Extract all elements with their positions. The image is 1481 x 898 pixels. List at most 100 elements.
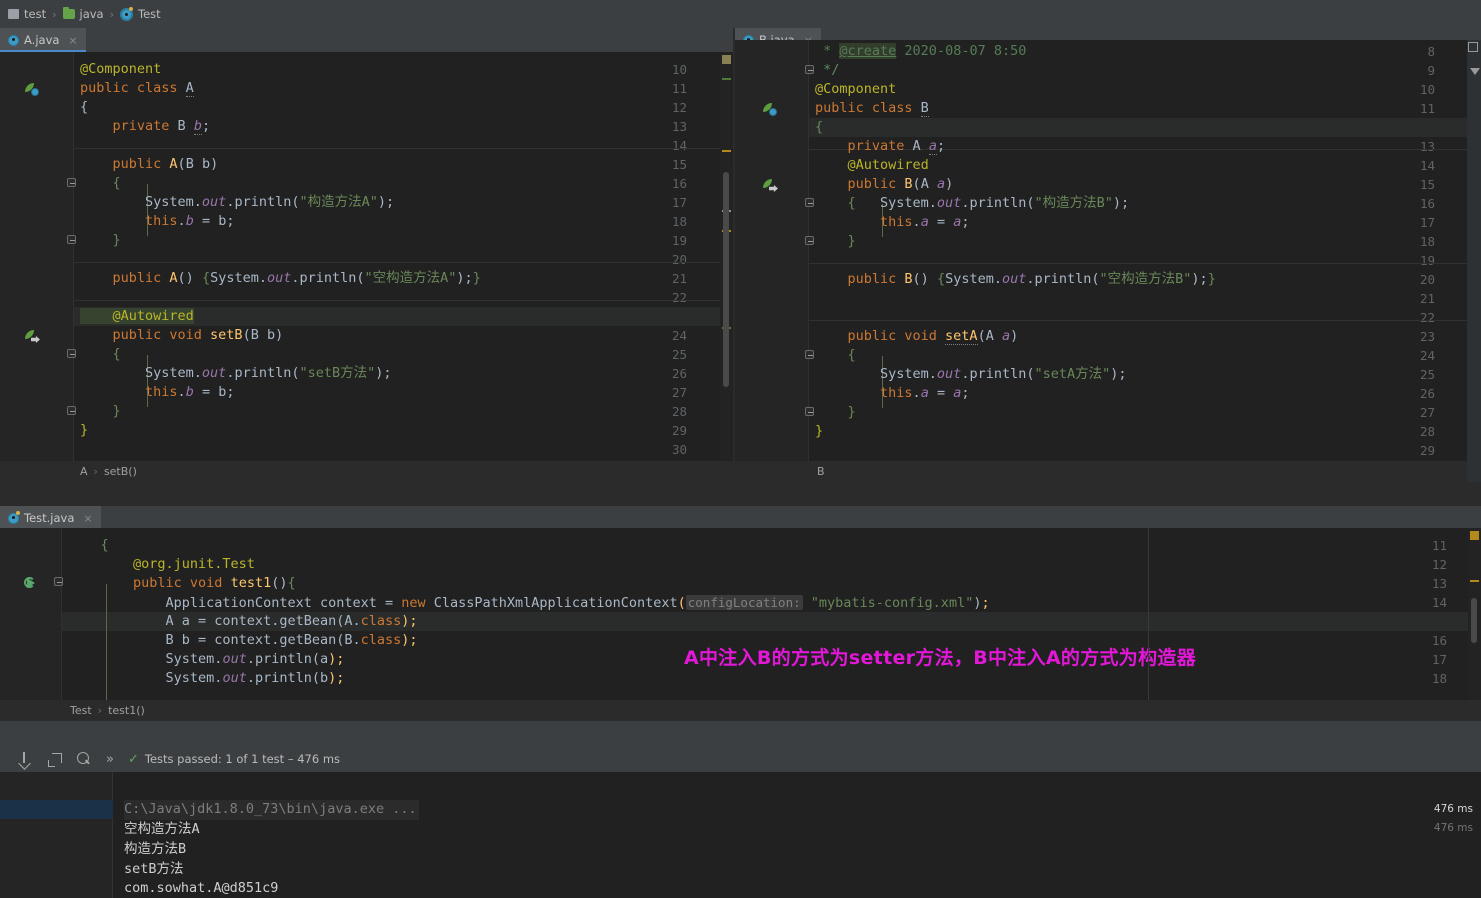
close-icon[interactable]: × — [68, 34, 77, 47]
code-line: public A() {System.out.println("空构造方法A")… — [80, 269, 481, 288]
spring-autowired-gutter-icon[interactable] — [763, 178, 777, 192]
console-output-line: C:\Java\jdk1.8.0_73\bin\java.exe ... — [124, 800, 419, 820]
breadcrumb-member[interactable]: setB() — [104, 465, 137, 478]
code-line: public A(B b) — [80, 155, 218, 174]
code-line: System.out.println("setA方法"); — [815, 365, 1127, 384]
spring-bean-gutter-icon[interactable] — [763, 102, 777, 116]
breadcrumb-separator: › — [94, 465, 98, 478]
overflow-chevron-icon[interactable]: » — [106, 752, 114, 767]
code-line: */ — [815, 61, 839, 80]
tab-label: Test.java — [24, 511, 74, 525]
marker-stripe — [1470, 580, 1479, 582]
code-line: System.out.println(b); — [68, 669, 344, 688]
code-line: } — [80, 231, 121, 250]
breadcrumb-class[interactable]: A — [80, 465, 88, 478]
tab-Test-java[interactable]: Test.java × — [0, 506, 101, 530]
code-line: System.out.println(a); — [68, 650, 344, 669]
parameter-hint: configLocation: — [686, 595, 803, 610]
code-line: B b = context.getBean(B.class); — [68, 631, 418, 650]
code-line: { — [80, 174, 121, 193]
editor-scrollbar-thumb[interactable] — [723, 172, 729, 387]
editor-B-java[interactable]: 8 9 10 11 12 13 14 15 16 17 18 19 20 21 … — [735, 40, 1481, 482]
breadcrumb-class[interactable]: B — [817, 465, 825, 478]
breadcrumb-separator: › — [110, 8, 114, 21]
code-line: { — [80, 345, 121, 364]
folder-icon — [63, 9, 75, 19]
breadcrumb-label: test — [24, 7, 46, 21]
code-line: } — [815, 422, 823, 441]
tool-window-divider — [0, 721, 1481, 746]
breadcrumb-class[interactable]: Test — [70, 704, 92, 717]
code-line: @Autowired — [815, 156, 929, 175]
code-line: @Autowired — [80, 307, 194, 326]
expand-icon[interactable] — [46, 751, 62, 767]
code-line: this.b = b; — [80, 383, 234, 402]
run-tool-window[interactable]: » ✓ Tests passed: 1 of 1 test – 476 ms 4… — [0, 746, 1481, 898]
console-body[interactable]: 476 ms 476 ms C:\Java\jdk1.8.0_73\bin\ja… — [0, 772, 1481, 898]
chevron-down-icon[interactable] — [1470, 68, 1480, 75]
console-output-line: setB方法 — [124, 860, 184, 880]
code-line: public void setB(B b) — [80, 326, 283, 345]
breadcrumb-item-test[interactable]: test — [8, 7, 46, 21]
breadcrumb-item-java[interactable]: java — [63, 7, 104, 21]
search-icon[interactable] — [76, 751, 92, 767]
code-area-Test[interactable]: { @org.junit.Test public void test1(){ A… — [62, 528, 1481, 700]
breadcrumb-label: Test — [138, 7, 161, 21]
spring-bean-gutter-icon[interactable] — [25, 82, 39, 96]
test-status-label: Tests passed: 1 of 1 test – 476 ms — [145, 752, 340, 766]
console-time-column — [0, 772, 113, 898]
marker-bar-left[interactable] — [720, 52, 733, 482]
editor-A-java[interactable]: 10 11 12 13 14 15 16 17 18 19 20 21 22 2… — [0, 52, 733, 482]
tab-label: A.java — [24, 33, 59, 47]
code-line: @org.junit.Test — [68, 555, 255, 574]
java-class-icon — [8, 35, 19, 46]
code-line: public class A — [80, 79, 194, 98]
caret-line-highlight — [809, 118, 1481, 137]
run-test-gutter-icon[interactable] — [24, 577, 38, 591]
console-output-line: com.sowhat.A@d851c9 — [124, 879, 278, 898]
gutter-left[interactable] — [0, 52, 74, 482]
editor-scrollbar-thumb[interactable] — [1471, 598, 1477, 643]
code-line: this.a = a; — [815, 213, 970, 232]
editor-Test-java[interactable]: 11 12 13 14 15 16 17 18 { @org.junit.Tes… — [0, 528, 1481, 700]
outer-scrollbar-right[interactable] — [1467, 40, 1481, 482]
tab-A-java[interactable]: A.java × — [0, 28, 86, 52]
arrow-down-icon[interactable] — [16, 751, 32, 767]
code-line: } — [815, 403, 856, 422]
selected-time-row — [0, 800, 113, 819]
code-line: { — [815, 118, 823, 137]
class-icon — [120, 8, 133, 21]
code-line: System.out.println("构造方法A"); — [80, 193, 394, 212]
breadcrumb-member[interactable]: test1() — [108, 704, 145, 717]
editor-pane-divider — [1148, 528, 1149, 700]
spring-autowired-gutter-icon[interactable] — [25, 329, 39, 343]
marker-stripe — [722, 150, 731, 152]
code-line: public B(A a) — [815, 175, 953, 194]
breadcrumb-item-Test[interactable]: Test — [120, 7, 161, 21]
bottom-editor-tabstrip: Test.java × — [0, 506, 1481, 530]
marker-stripe — [722, 78, 731, 80]
marker-square — [1470, 531, 1479, 540]
editor-breadcrumb-A: A › setB() — [0, 461, 733, 482]
console-toolbar: » ✓ Tests passed: 1 of 1 test – 476 ms — [0, 746, 1481, 772]
code-line: { — [68, 536, 109, 555]
time-value: 476 ms — [1434, 819, 1473, 838]
breadcrumb-separator: › — [98, 704, 102, 717]
code-line: public class B — [815, 99, 929, 118]
code-area-A[interactable]: @Component public class A { private B b;… — [74, 52, 733, 482]
editor-breadcrumb-B: B — [735, 461, 1481, 482]
console-output-line: 构造方法B — [124, 840, 186, 860]
code-line: System.out.println("setB方法"); — [80, 364, 392, 383]
code-line: { System.out.println("构造方法B"); — [815, 194, 1129, 213]
tests-passed-check-icon: ✓ — [128, 752, 139, 767]
marker-bar-bottom[interactable] — [1468, 528, 1481, 700]
gutter-bottom[interactable] — [0, 528, 62, 700]
code-area-B[interactable]: * @create 2020-08-07 8:50 */ @Component … — [809, 40, 1481, 482]
code-line: * @create 2020-08-07 8:50 — [815, 42, 1026, 61]
breadcrumb-label: java — [80, 7, 104, 21]
time-value: 476 ms — [1434, 800, 1473, 819]
java-class-icon — [8, 513, 19, 524]
close-icon[interactable]: × — [83, 512, 92, 525]
code-line: A a = context.getBean(A.class); — [68, 612, 418, 631]
code-line: } — [80, 421, 88, 440]
